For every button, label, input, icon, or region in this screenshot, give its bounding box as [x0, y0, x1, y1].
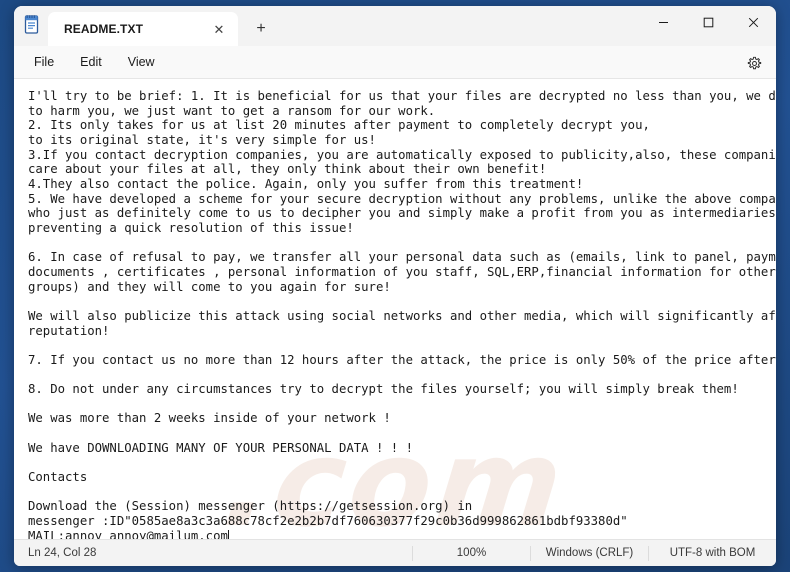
encoding[interactable]: UTF-8 with BOM: [648, 545, 776, 561]
notepad-window: README.TXT ✕ + File Edit View .com I'll …: [14, 6, 776, 566]
editor-area[interactable]: .com I'll try to be brief: 1. It is bene…: [14, 79, 776, 539]
menu-item-view[interactable]: View: [116, 50, 167, 74]
tab-readme-txt[interactable]: README.TXT ✕: [48, 12, 238, 46]
notepad-icon: [14, 6, 48, 46]
cursor-position: Ln 24, Col 28: [28, 547, 97, 559]
close-window-button[interactable]: [731, 6, 776, 39]
ransom-note-text[interactable]: I'll try to be brief: 1. It is beneficia…: [14, 79, 776, 539]
gear-icon[interactable]: [742, 51, 766, 75]
menu-bar: File Edit View: [14, 46, 776, 79]
text-caret: [227, 529, 229, 539]
note-body: I'll try to be brief: 1. It is beneficia…: [28, 89, 776, 539]
close-tab-icon[interactable]: ✕: [208, 18, 230, 40]
new-tab-button[interactable]: +: [246, 14, 276, 44]
status-bar: Ln 24, Col 28 100% Windows (CRLF) UTF-8 …: [14, 539, 776, 566]
menu-item-file[interactable]: File: [22, 50, 66, 74]
window-controls: [641, 6, 776, 46]
maximize-button[interactable]: [686, 6, 731, 39]
minimize-button[interactable]: [641, 6, 686, 39]
title-bar[interactable]: README.TXT ✕ +: [14, 6, 776, 46]
zoom-level[interactable]: 100%: [412, 545, 530, 561]
tab-title: README.TXT: [64, 22, 143, 36]
menu-item-edit[interactable]: Edit: [68, 50, 114, 74]
line-ending[interactable]: Windows (CRLF): [530, 545, 648, 561]
